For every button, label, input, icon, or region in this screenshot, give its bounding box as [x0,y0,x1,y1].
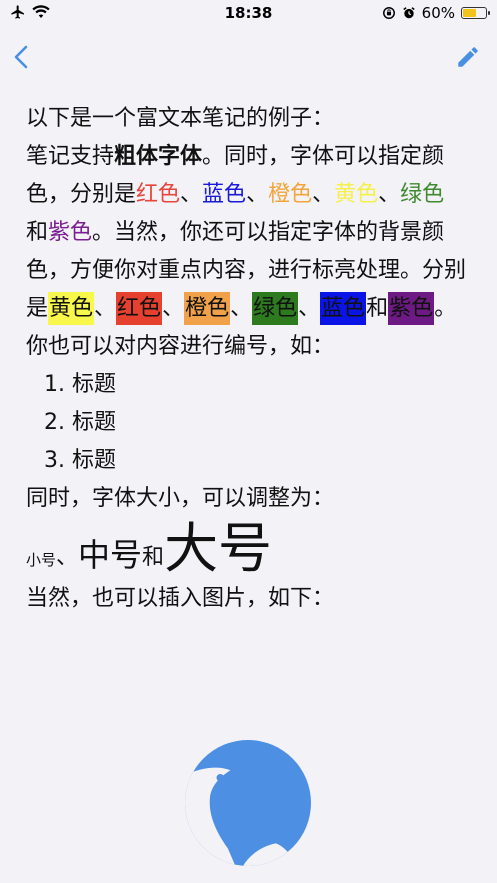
orientation-lock-icon [382,7,395,19]
separator: 、 [298,296,321,321]
numbering-intro: 你也可以对内容进行编号，如： [26,334,335,359]
size-intro: 同时，字体大小，可以调整为： [26,486,335,511]
green-text: 绿色 [400,182,445,207]
battery-icon [461,7,490,19]
orange-highlight: 橙色 [184,292,231,325]
conjunction: 和 [142,545,165,570]
separator: 、 [312,182,335,207]
medium-text: 中号 [78,536,143,574]
rich-text-paragraph: 笔记支持粗体字体。同时，字体可以指定颜色，分别是红色、蓝色、橙色、黄色、绿色和紫… [26,138,466,328]
list-item: 3. 标题 [44,448,116,473]
pencil-icon[interactable] [455,44,481,70]
yellow-text: 黄色 [334,182,379,207]
chevron-left-icon[interactable] [10,42,34,72]
blue-highlight: 蓝色 [320,292,367,325]
alarm-icon [402,7,415,19]
polar-bear-logo-icon[interactable] [185,740,311,866]
nav-bar [0,36,497,80]
small-text: 小号 [26,551,57,569]
purple-highlight: 紫色 [388,292,435,325]
conjunction: 和 [26,220,49,245]
large-text: 大号 [164,517,273,580]
status-right: 60% [382,4,490,22]
separator: 、 [230,296,253,321]
red-text: 红色 [136,182,181,207]
separator: 、 [162,296,185,321]
red-highlight: 红色 [116,292,163,325]
bold-text: 粗体字体 [114,144,203,169]
battery-fill [463,9,477,17]
image-intro: 当然，也可以插入图片，如下： [26,586,335,611]
note-content[interactable]: 以下是一个富文本笔记的例子： 笔记支持粗体字体。同时，字体可以指定颜色，分别是红… [26,100,466,618]
text-span: 。 [434,296,457,321]
separator: 、 [56,545,79,570]
status-bar: 18:38 60% [0,0,497,28]
intro-line: 以下是一个富文本笔记的例子： [26,106,335,131]
separator: 、 [246,182,269,207]
purple-text: 紫色 [48,220,93,245]
orange-text: 橙色 [268,182,313,207]
numbered-list: 1. 标题 2. 标题 3. 标题 [26,366,466,480]
text-span: 笔记支持 [26,144,115,169]
separator: 、 [94,296,117,321]
blue-text: 蓝色 [202,182,247,207]
separator: 、 [378,182,401,207]
conjunction: 和 [366,296,389,321]
battery-percent: 60% [421,4,455,22]
list-item: 2. 标题 [44,410,116,435]
list-item: 1. 标题 [44,372,116,397]
yellow-highlight: 黄色 [48,292,95,325]
green-highlight: 绿色 [252,292,299,325]
separator: 、 [180,182,203,207]
font-size-demo: 小号、中号和大号 [26,518,466,580]
